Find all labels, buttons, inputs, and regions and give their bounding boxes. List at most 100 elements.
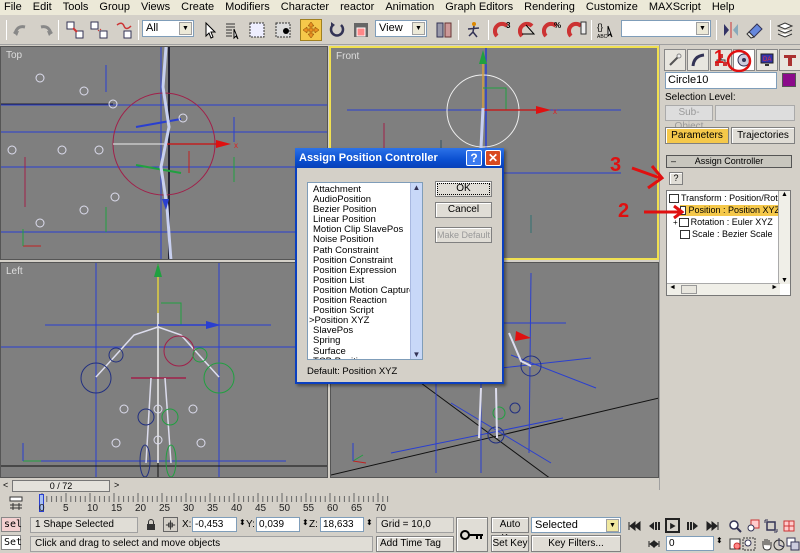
set-key-button[interactable]: Set Key — [491, 535, 529, 552]
utilities-tab-icon[interactable] — [779, 49, 800, 71]
display-tab-icon[interactable]: DA — [756, 49, 778, 71]
menu-rendering[interactable]: Rendering — [524, 0, 575, 15]
undo-icon[interactable] — [10, 19, 32, 41]
z-coordinate-field[interactable]: 18,633 — [320, 517, 364, 532]
zoom-extents-all-icon[interactable] — [781, 518, 796, 533]
maximize-viewport-icon[interactable] — [785, 536, 800, 551]
selection-filter-dropdown[interactable]: All ▼ — [142, 20, 194, 37]
go-to-end-icon[interactable] — [705, 518, 720, 533]
menu-group[interactable]: Group — [99, 0, 130, 15]
menu-views[interactable]: Views — [141, 0, 170, 15]
x-coordinate-field[interactable]: -0,453 — [192, 517, 237, 532]
align-icon[interactable] — [744, 19, 766, 41]
tree-vertical-scrollbar[interactable]: ▲ ▼ — [778, 191, 790, 284]
snap-3d-icon[interactable]: 3 — [492, 19, 514, 41]
play-icon[interactable] — [665, 518, 680, 533]
manipulate-icon[interactable] — [463, 19, 485, 41]
time-slider-handle[interactable]: 0 / 72 — [12, 480, 110, 492]
y-spinner[interactable]: ⬍ — [302, 518, 309, 527]
menu-help[interactable]: Help — [712, 0, 735, 15]
controller-list-item[interactable]: Spring — [308, 336, 422, 346]
parameters-button[interactable]: Parameters — [665, 127, 729, 144]
mirror-icon[interactable] — [720, 19, 742, 41]
key-filters-button[interactable]: Key Filters... — [531, 535, 621, 552]
y-coordinate-field[interactable]: 0,039 — [256, 517, 300, 532]
select-rotate-icon[interactable] — [326, 19, 348, 41]
key-mode-dropdown[interactable]: Selected ▼ — [531, 517, 621, 533]
menu-modifiers[interactable]: Modifiers — [225, 0, 270, 15]
rect-region-icon[interactable] — [246, 19, 268, 41]
sub-object-button[interactable]: Sub-Object — [665, 105, 713, 132]
scroll-down-icon[interactable]: ▼ — [779, 277, 790, 284]
menu-customize[interactable]: Customize — [586, 0, 638, 15]
tree-item-position[interactable]: Position : Position XYZ — [680, 205, 780, 216]
close-icon[interactable]: ✕ — [485, 150, 501, 166]
viewport-label[interactable]: Front — [336, 51, 359, 62]
viewport-left[interactable]: Left — [0, 262, 328, 478]
time-configuration-icon[interactable] — [727, 536, 742, 551]
reference-coord-dropdown[interactable]: View ▼ — [375, 20, 427, 37]
layer-manager-icon[interactable] — [774, 19, 796, 41]
previous-frame-icon[interactable] — [646, 518, 661, 533]
select-by-name-icon[interactable] — [222, 19, 244, 41]
zoom-icon[interactable] — [727, 518, 742, 533]
trajectories-button[interactable]: Trajectories — [731, 127, 795, 144]
region-zoom-icon[interactable] — [741, 536, 756, 551]
ok-button[interactable]: OK — [435, 181, 492, 197]
pivot-icon[interactable] — [433, 19, 455, 41]
viewport-label[interactable]: Top — [6, 50, 22, 61]
make-default-button[interactable]: Make Default — [435, 227, 492, 243]
set-key-mode-button[interactable] — [456, 517, 488, 552]
menu-create[interactable]: Create — [181, 0, 214, 15]
scroll-thumb[interactable] — [681, 285, 697, 294]
tree-item-rotation[interactable]: + Rotation : Euler XYZ — [673, 217, 773, 228]
window-crossing-icon[interactable] — [272, 19, 294, 41]
zoom-all-icon[interactable] — [745, 518, 760, 533]
select-scale-icon[interactable] — [350, 19, 372, 41]
viewport-top[interactable]: x Top — [0, 46, 328, 260]
auto-key-button[interactable]: Auto Key — [491, 517, 529, 544]
scroll-up-icon[interactable]: ▲ — [779, 191, 790, 198]
lock-icon[interactable] — [143, 517, 158, 532]
sub-object-dropdown[interactable] — [715, 105, 795, 121]
key-mode-toggle-icon[interactable] — [646, 536, 661, 551]
menu-animation[interactable]: Animation — [385, 0, 434, 15]
zoom-extents-icon[interactable] — [763, 518, 778, 533]
modify-tab-icon[interactable] — [687, 49, 709, 71]
menu-edit[interactable]: Edit — [33, 0, 52, 15]
scroll-down-icon[interactable]: ▼ — [411, 350, 422, 359]
scroll-up-icon[interactable]: ▲ — [411, 183, 422, 192]
time-slider[interactable]: < 0 / 72 > — [0, 480, 659, 493]
create-tab-icon[interactable] — [664, 49, 686, 71]
menu-reactor[interactable]: reactor — [340, 0, 374, 15]
maxscript-listener-sel[interactable]: sel — [1, 517, 22, 532]
select-link-icon[interactable] — [64, 19, 86, 41]
menu-maxscript[interactable]: MAXScript — [649, 0, 701, 15]
assign-controller-button[interactable]: ? — [669, 172, 683, 185]
prev-frame-arrow[interactable]: < — [3, 480, 8, 490]
select-move-icon[interactable] — [300, 19, 322, 41]
viewport-label[interactable]: Left — [6, 266, 23, 277]
scroll-left-icon[interactable]: ◄ — [669, 284, 676, 291]
bind-space-warp-icon[interactable] — [113, 19, 135, 41]
menu-graph-editors[interactable]: Graph Editors — [445, 0, 513, 15]
track-bar[interactable]: 0 5 10 15 20 25 30 35 40 45 50 55 60 65 70 — [0, 493, 659, 515]
frame-spinner[interactable]: ⬍ — [716, 536, 723, 545]
arc-rotate-icon[interactable] — [771, 536, 786, 551]
controller-list[interactable]: Attachment AudioPosition Bezier Position Li… — [307, 182, 423, 360]
scroll-right-icon[interactable]: ► — [771, 284, 778, 291]
angle-snap-icon[interactable] — [517, 19, 539, 41]
go-to-start-icon[interactable] — [626, 518, 641, 533]
help-icon[interactable]: ? — [466, 150, 482, 166]
cancel-button[interactable]: Cancel — [435, 202, 492, 218]
spinner-snap-icon[interactable] — [566, 19, 588, 41]
controller-list-item[interactable]: TCB Position — [308, 356, 422, 359]
unlink-icon[interactable] — [88, 19, 110, 41]
named-selection-dropdown[interactable]: ▼ — [621, 20, 711, 37]
x-spinner[interactable]: ⬍ — [239, 518, 246, 527]
tree-item-transform[interactable]: Transform : Position/Rot — [669, 193, 778, 204]
z-spinner[interactable]: ⬍ — [366, 518, 373, 527]
absolute-mode-icon[interactable] — [163, 517, 178, 532]
maxscript-listener-set[interactable]: Set — [1, 535, 22, 550]
object-name-field[interactable]: Circle10 — [665, 72, 777, 89]
